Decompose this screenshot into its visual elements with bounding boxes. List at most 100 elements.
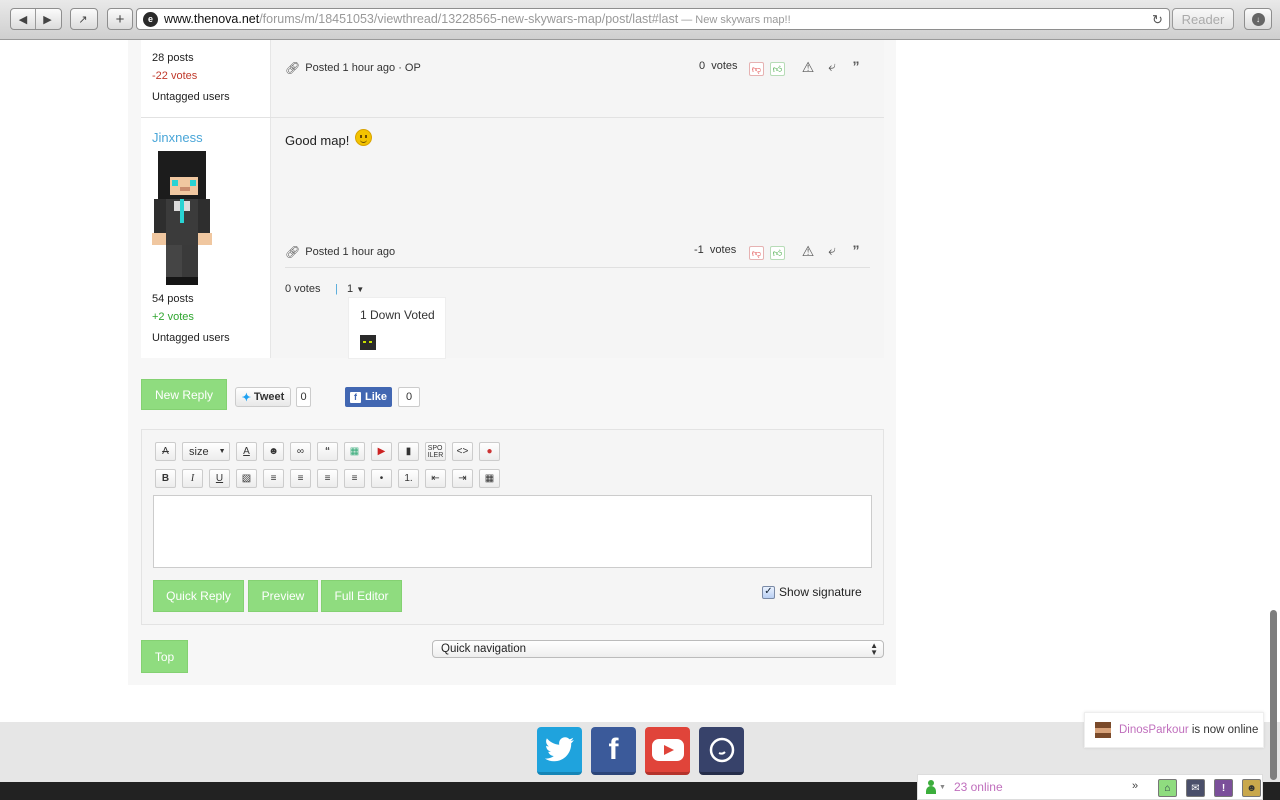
youtube-play-icon bbox=[651, 738, 684, 761]
select-arrows-icon: ▲ ▼ bbox=[870, 641, 878, 657]
full-editor-button[interactable]: Full Editor bbox=[321, 580, 402, 612]
preview-button[interactable]: Preview bbox=[248, 580, 318, 612]
table-icon[interactable]: ▦ bbox=[479, 469, 500, 488]
post2-user-group: Untagged users bbox=[152, 332, 230, 344]
post1-posted-text: Posted 1 hour ago · OP bbox=[305, 62, 421, 74]
page-title-suffix: — New skywars map!! bbox=[678, 14, 791, 26]
facebook-icon: f bbox=[349, 391, 361, 403]
report-warning-icon[interactable]: ⚠︎ bbox=[800, 243, 816, 260]
highlight-icon[interactable]: ▧ bbox=[236, 469, 257, 488]
facebook-like-button[interactable]: f Like bbox=[345, 387, 392, 407]
post1-votes-label: votes bbox=[711, 60, 738, 72]
indent-icon[interactable]: ⇥ bbox=[452, 469, 473, 488]
user-avatar bbox=[1095, 722, 1111, 738]
user-online-notification[interactable]: DinosParkour is now online bbox=[1084, 712, 1264, 748]
quote-icon[interactable]: ” bbox=[848, 58, 864, 74]
align-right-icon[interactable]: ≡ bbox=[317, 469, 338, 488]
link-icon[interactable]: ∞ bbox=[290, 442, 311, 461]
online-user-name[interactable]: DinosParkour bbox=[1119, 724, 1189, 736]
reload-icon[interactable]: ↻ bbox=[1152, 12, 1163, 28]
show-signature-checkbox[interactable]: ✓ bbox=[762, 585, 775, 599]
twitter-bird-icon bbox=[544, 736, 574, 761]
remove-format-icon[interactable]: A bbox=[155, 442, 176, 461]
emoticon-icon[interactable]: ☻ bbox=[263, 442, 284, 461]
new-tab-button[interactable]: + bbox=[107, 8, 133, 30]
voter-avatar[interactable] bbox=[360, 335, 376, 350]
download-icon: ↓ bbox=[1251, 12, 1265, 26]
address-bar[interactable]: e www.thenova.net/forums/m/18451053/view… bbox=[136, 8, 1170, 30]
url-host: www.thenova.net bbox=[164, 12, 260, 26]
quote-icon[interactable]: ” bbox=[848, 242, 864, 258]
outdent-icon[interactable]: ⇤ bbox=[425, 469, 446, 488]
new-reply-button[interactable]: New Reply bbox=[141, 379, 227, 410]
online-count[interactable]: 23 online bbox=[954, 780, 1003, 794]
user-avatar[interactable] bbox=[152, 151, 212, 285]
reply-arrow-icon[interactable]: ⤶ bbox=[824, 242, 840, 259]
footer-pipe: | bbox=[335, 283, 338, 295]
youtube-link[interactable] bbox=[645, 727, 690, 775]
home-icon[interactable]: ⌂ bbox=[1158, 779, 1177, 797]
post2-vote-number: -1 bbox=[694, 244, 704, 256]
smiley-emoji-icon bbox=[355, 129, 373, 146]
align-center-icon[interactable]: ≡ bbox=[290, 469, 311, 488]
back-icon[interactable]: ◀ bbox=[11, 9, 35, 29]
top-button[interactable]: Top bbox=[141, 640, 188, 673]
thumbs-down-icon[interactable]: 👎︎ bbox=[749, 246, 764, 260]
post2-username[interactable]: Jinxness bbox=[152, 130, 203, 145]
mail-icon[interactable]: ✉ bbox=[1186, 779, 1205, 797]
font-size-select[interactable]: size ▼ bbox=[182, 442, 230, 461]
show-signature-option[interactable]: ✓ Show signature bbox=[762, 585, 862, 599]
expand-arrows-icon[interactable]: » bbox=[1132, 780, 1138, 792]
site-favicon-icon: e bbox=[143, 11, 158, 27]
reply-arrow-icon[interactable]: ⤶ bbox=[824, 58, 840, 75]
downloads-button[interactable]: ↓ bbox=[1244, 8, 1272, 30]
quick-navigation-select[interactable]: Quick navigation ▲ ▼ bbox=[432, 640, 884, 658]
image-icon[interactable]: ▦ bbox=[344, 442, 365, 461]
align-left-icon[interactable]: ≡ bbox=[263, 469, 284, 488]
caret-down-icon[interactable]: ▼ bbox=[939, 784, 946, 791]
permalink-icon[interactable]: 🔗︎ bbox=[285, 61, 300, 75]
blockquote-icon[interactable]: “ bbox=[317, 442, 338, 461]
font-color-icon[interactable]: A bbox=[236, 442, 257, 461]
permalink-icon[interactable]: 🔗︎ bbox=[285, 245, 300, 259]
user-icon[interactable] bbox=[926, 780, 936, 794]
reply-textarea[interactable] bbox=[153, 495, 872, 568]
share-button[interactable]: ↗ bbox=[70, 8, 98, 30]
thumbs-down-icon[interactable]: 👎︎ bbox=[749, 62, 764, 76]
teamspeak-link[interactable] bbox=[699, 727, 744, 775]
post2-footer-votes: 0 votes bbox=[285, 283, 321, 295]
alert-icon[interactable]: ● bbox=[479, 442, 500, 461]
attachment-icon[interactable]: ▮ bbox=[398, 442, 419, 461]
alerts-icon[interactable]: ! bbox=[1214, 779, 1233, 797]
history-nav: ◀ ▶ bbox=[10, 8, 62, 30]
like-count: 0 bbox=[398, 387, 420, 407]
thumbs-up-icon[interactable]: 👍︎ bbox=[770, 62, 785, 76]
italic-icon[interactable]: I bbox=[182, 469, 203, 488]
reader-button[interactable]: Reader bbox=[1172, 8, 1234, 30]
twitter-link[interactable] bbox=[537, 727, 582, 775]
profile-icon[interactable]: ☻ bbox=[1242, 779, 1261, 797]
numbered-list-icon[interactable]: 1. bbox=[398, 469, 419, 488]
facebook-link[interactable]: f bbox=[591, 727, 636, 775]
post2-user-votes: +2 votes bbox=[152, 311, 194, 323]
tweet-count: 0 bbox=[296, 387, 311, 407]
voters-dropdown[interactable]: 1 ▼ bbox=[347, 283, 364, 295]
tweet-button[interactable]: ✦ Tweet bbox=[235, 387, 291, 407]
url-text: www.thenova.net/forums/m/18451053/viewth… bbox=[164, 12, 791, 26]
quick-navigation-label: Quick navigation bbox=[441, 643, 527, 655]
code-icon[interactable]: <> bbox=[452, 442, 473, 461]
quick-reply-button[interactable]: Quick Reply bbox=[153, 580, 244, 612]
bullet-list-icon[interactable]: • bbox=[371, 469, 392, 488]
twitter-bird-icon: ✦ bbox=[241, 391, 251, 404]
facebook-icon: f bbox=[608, 732, 619, 766]
report-warning-icon[interactable]: ⚠︎ bbox=[800, 59, 816, 76]
justify-icon[interactable]: ≡ bbox=[344, 469, 365, 488]
plus-icon: + bbox=[115, 10, 125, 28]
spoiler-icon[interactable]: SPO ILER bbox=[425, 442, 446, 461]
forward-icon[interactable]: ▶ bbox=[35, 9, 59, 29]
scrollbar-thumb[interactable] bbox=[1270, 610, 1277, 780]
thumbs-up-icon[interactable]: 👍︎ bbox=[770, 246, 785, 260]
underline-icon[interactable]: U bbox=[209, 469, 230, 488]
youtube-embed-icon[interactable]: ▶ bbox=[371, 442, 392, 461]
bold-icon[interactable]: B bbox=[155, 469, 176, 488]
